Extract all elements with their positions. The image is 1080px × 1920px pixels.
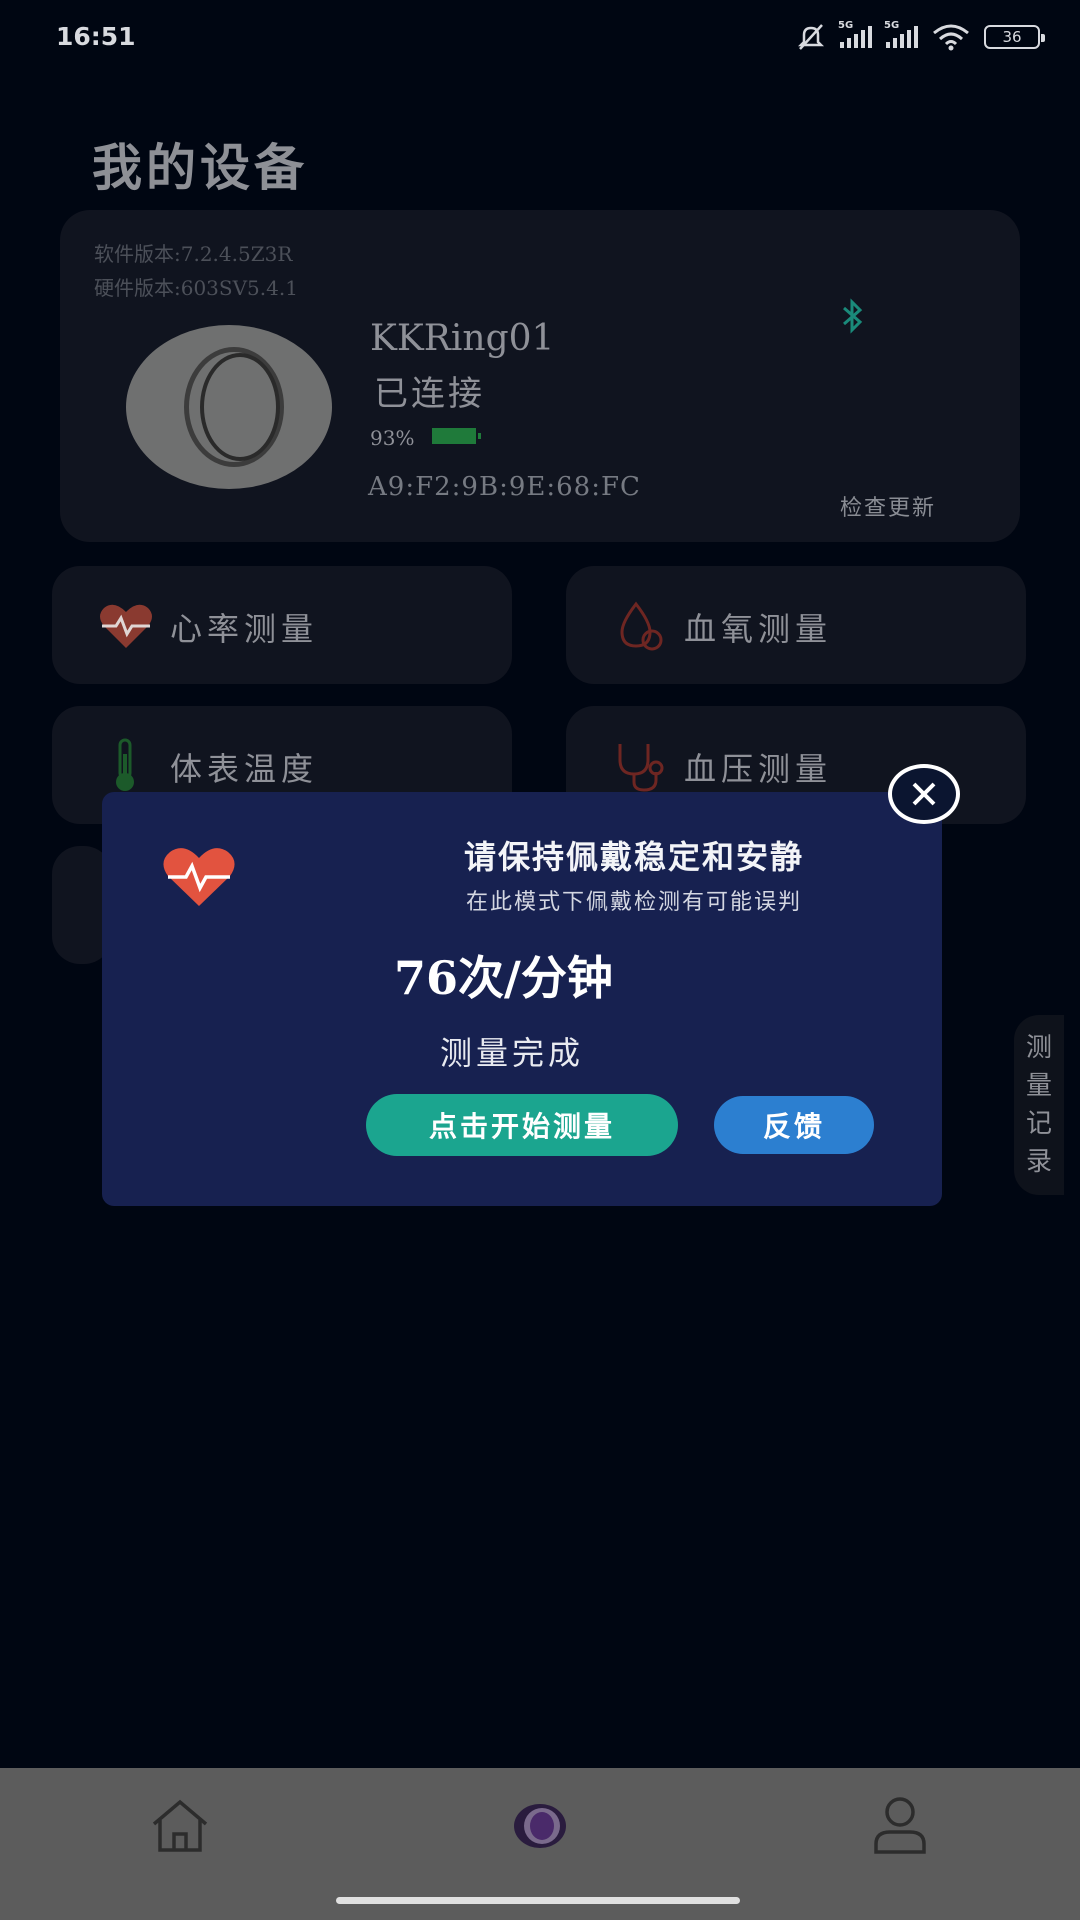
check-update-button[interactable]: 检查更新 <box>840 490 936 522</box>
connection-status: 已连接 <box>374 374 485 414</box>
tile-label: 心率测量 <box>170 610 319 648</box>
hardware-version: 硬件版本:603SV5.4.1 <box>94 276 298 300</box>
signal-icon-2: 5G <box>884 20 918 48</box>
page-title: 我的设备 <box>92 138 308 197</box>
bluetooth-icon <box>843 298 863 334</box>
feedback-button[interactable]: 反馈 <box>714 1096 874 1154</box>
battery-icon: 36 <box>984 25 1045 49</box>
status-icons: 5G 5G 36 <box>796 20 1045 52</box>
mac-address: A9:F2:9B:9E:68:FC <box>368 472 641 502</box>
status-time: 16:51 <box>56 22 136 51</box>
stethoscope-icon <box>618 744 664 792</box>
blood-drop-icon <box>620 601 663 651</box>
home-icon[interactable] <box>148 1798 212 1854</box>
wifi-icon <box>933 24 969 51</box>
dialog-title: 请保持佩戴稳定和安静 <box>464 838 805 876</box>
close-icon <box>912 782 936 806</box>
ring-image <box>126 325 332 489</box>
status-bar: 16:51 5G 5G 36 <box>0 0 1080 80</box>
tile-label: 血氧测量 <box>684 610 833 648</box>
device-name: KKRing01 <box>370 318 555 359</box>
tile-heart-rate[interactable]: 心率测量 <box>52 566 512 684</box>
close-dialog-button[interactable] <box>888 764 960 824</box>
tile-label: 血压测量 <box>684 750 833 788</box>
network-type-2: 5G <box>884 20 900 31</box>
measurement-records-tab[interactable]: 测 量 记 录 <box>1014 1015 1064 1195</box>
dialog-subtitle: 在此模式下佩戴检测有可能误判 <box>466 890 803 915</box>
start-measurement-button[interactable]: 点击开始测量 <box>366 1094 678 1156</box>
home-indicator[interactable] <box>336 1897 740 1904</box>
software-version: 软件版本:7.2.4.5Z3R <box>94 242 293 266</box>
tile-label: 体表温度 <box>170 750 319 788</box>
signal-icon: 5G <box>838 20 872 48</box>
side-tab-char: 量 <box>1025 1071 1052 1101</box>
side-tab-char: 测 <box>1025 1033 1052 1063</box>
device-card[interactable]: 软件版本:7.2.4.5Z3R 硬件版本:603SV5.4.1 KKRing01… <box>60 210 1020 542</box>
measurement-dialog: 请保持佩戴稳定和安静 在此模式下佩戴检测有可能误判 76次/分钟 测量完成 点击… <box>102 792 942 1206</box>
ring-icon[interactable] <box>508 1798 572 1854</box>
heart-rate-icon <box>100 604 152 648</box>
side-tab-char: 记 <box>1025 1109 1052 1139</box>
heart-rate-icon <box>163 848 235 906</box>
measurement-status: 测量完成 <box>440 1034 585 1072</box>
thermometer-icon <box>116 738 134 791</box>
heart-rate-result: 76次/分钟 <box>394 951 613 1005</box>
profile-icon[interactable] <box>868 1794 932 1856</box>
battery-percent: 93% <box>370 426 415 450</box>
tile-blood-oxygen[interactable]: 血氧测量 <box>566 566 1026 684</box>
device-battery-icon <box>432 428 481 444</box>
network-type: 5G <box>838 20 854 31</box>
mute-bell-icon <box>797 24 825 50</box>
side-tab-char: 录 <box>1025 1147 1052 1177</box>
